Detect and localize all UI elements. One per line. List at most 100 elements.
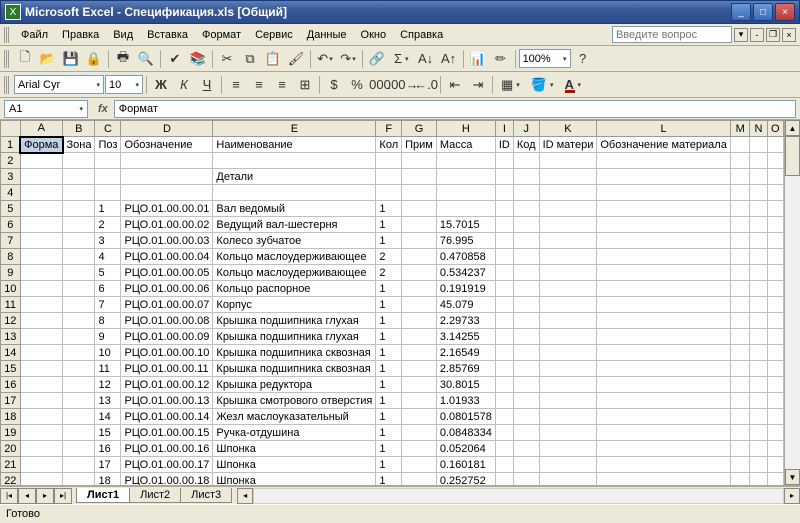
cell-A9[interactable]	[20, 265, 62, 281]
cell-G10[interactable]	[402, 281, 437, 297]
cell-N17[interactable]	[750, 393, 767, 409]
cell-A13[interactable]	[20, 329, 62, 345]
cell-A12[interactable]	[20, 313, 62, 329]
cell-A5[interactable]	[20, 201, 62, 217]
cell-O20[interactable]	[767, 441, 783, 457]
permission-button[interactable]: 🔒	[83, 48, 105, 70]
cell-K16[interactable]	[539, 377, 597, 393]
cell-M15[interactable]	[730, 361, 750, 377]
menu-формат[interactable]: Формат	[195, 27, 248, 43]
cell-C20[interactable]: 16	[95, 441, 121, 457]
workbook-close-button[interactable]: ×	[782, 28, 796, 42]
col-header-A[interactable]: A	[20, 121, 62, 137]
cell-J16[interactable]	[513, 377, 539, 393]
cell-B12[interactable]	[63, 313, 95, 329]
cell-I1[interactable]: ID	[495, 137, 513, 153]
cell-A2[interactable]	[20, 153, 62, 169]
dropdown-icon[interactable]: ▾	[734, 28, 748, 42]
cell-M14[interactable]	[730, 345, 750, 361]
cell-L18[interactable]	[597, 409, 730, 425]
cell-C10[interactable]: 6	[95, 281, 121, 297]
cell-D9[interactable]: РЦО.01.00.00.05	[121, 265, 213, 281]
cell-N8[interactable]	[750, 249, 767, 265]
preview-button[interactable]: 🔍	[135, 48, 157, 70]
cell-A10[interactable]	[20, 281, 62, 297]
decrease-decimal-button[interactable]: ←.0	[415, 74, 437, 96]
select-all-cell[interactable]	[1, 121, 21, 137]
cell-M6[interactable]	[730, 217, 750, 233]
merge-button[interactable]: ⊞	[294, 74, 316, 96]
cell-H16[interactable]: 30.8015	[436, 377, 495, 393]
col-header-H[interactable]: H	[436, 121, 495, 137]
align-right-button[interactable]: ≡	[271, 74, 293, 96]
col-header-E[interactable]: E	[213, 121, 376, 137]
cell-E11[interactable]: Корпус	[213, 297, 376, 313]
cell-J22[interactable]	[513, 473, 539, 486]
cell-A11[interactable]	[20, 297, 62, 313]
cell-J1[interactable]: Код	[513, 137, 539, 153]
cell-F15[interactable]: 1	[376, 361, 402, 377]
cell-I4[interactable]	[495, 185, 513, 201]
cell-O19[interactable]	[767, 425, 783, 441]
cell-A6[interactable]	[20, 217, 62, 233]
cell-E5[interactable]: Вал ведомый	[213, 201, 376, 217]
cell-C17[interactable]: 13	[95, 393, 121, 409]
row-header-21[interactable]: 21	[1, 457, 21, 473]
cell-F14[interactable]: 1	[376, 345, 402, 361]
cell-H10[interactable]: 0.191919	[436, 281, 495, 297]
cell-M5[interactable]	[730, 201, 750, 217]
cell-C18[interactable]: 14	[95, 409, 121, 425]
cell-J18[interactable]	[513, 409, 539, 425]
cell-A15[interactable]	[20, 361, 62, 377]
cell-K13[interactable]	[539, 329, 597, 345]
row-header-4[interactable]: 4	[1, 185, 21, 201]
cell-J9[interactable]	[513, 265, 539, 281]
cell-K20[interactable]	[539, 441, 597, 457]
cell-I19[interactable]	[495, 425, 513, 441]
italic-button[interactable]: К	[173, 74, 195, 96]
cell-G12[interactable]	[402, 313, 437, 329]
scroll-thumb[interactable]	[785, 136, 800, 176]
cell-E15[interactable]: Крышка подшипника сквозная	[213, 361, 376, 377]
cell-H6[interactable]: 15.7015	[436, 217, 495, 233]
cell-F3[interactable]	[376, 169, 402, 185]
cell-G17[interactable]	[402, 393, 437, 409]
cell-F16[interactable]: 1	[376, 377, 402, 393]
minimize-button[interactable]: _	[731, 3, 751, 21]
cell-D7[interactable]: РЦО.01.00.00.03	[121, 233, 213, 249]
menu-файл[interactable]: Файл	[14, 27, 55, 43]
cell-I9[interactable]	[495, 265, 513, 281]
cell-G7[interactable]	[402, 233, 437, 249]
row-header-5[interactable]: 5	[1, 201, 21, 217]
currency-button[interactable]: $	[323, 74, 345, 96]
cell-E10[interactable]: Кольцо распорное	[213, 281, 376, 297]
cell-C3[interactable]	[95, 169, 121, 185]
cell-L14[interactable]	[597, 345, 730, 361]
cell-D21[interactable]: РЦО.01.00.00.17	[121, 457, 213, 473]
cell-H18[interactable]: 0.0801578	[436, 409, 495, 425]
underline-button[interactable]: Ч	[196, 74, 218, 96]
cell-J15[interactable]	[513, 361, 539, 377]
cell-A7[interactable]	[20, 233, 62, 249]
cell-D19[interactable]: РЦО.01.00.00.15	[121, 425, 213, 441]
cell-I15[interactable]	[495, 361, 513, 377]
drawing-button[interactable]: ✏	[490, 48, 512, 70]
cell-K3[interactable]	[539, 169, 597, 185]
cell-N13[interactable]	[750, 329, 767, 345]
cell-C12[interactable]: 8	[95, 313, 121, 329]
cell-D4[interactable]	[121, 185, 213, 201]
cell-B7[interactable]	[63, 233, 95, 249]
cell-N2[interactable]	[750, 153, 767, 169]
fx-button[interactable]: fx	[98, 103, 108, 115]
cell-G6[interactable]	[402, 217, 437, 233]
cell-H11[interactable]: 45.079	[436, 297, 495, 313]
cell-L19[interactable]	[597, 425, 730, 441]
cell-J19[interactable]	[513, 425, 539, 441]
cell-G15[interactable]	[402, 361, 437, 377]
cell-A17[interactable]	[20, 393, 62, 409]
print-button[interactable]: 🖶	[112, 48, 134, 70]
cell-I18[interactable]	[495, 409, 513, 425]
cell-G20[interactable]	[402, 441, 437, 457]
cell-H15[interactable]: 2.85769	[436, 361, 495, 377]
tab-next-button[interactable]: ▸	[36, 488, 54, 504]
